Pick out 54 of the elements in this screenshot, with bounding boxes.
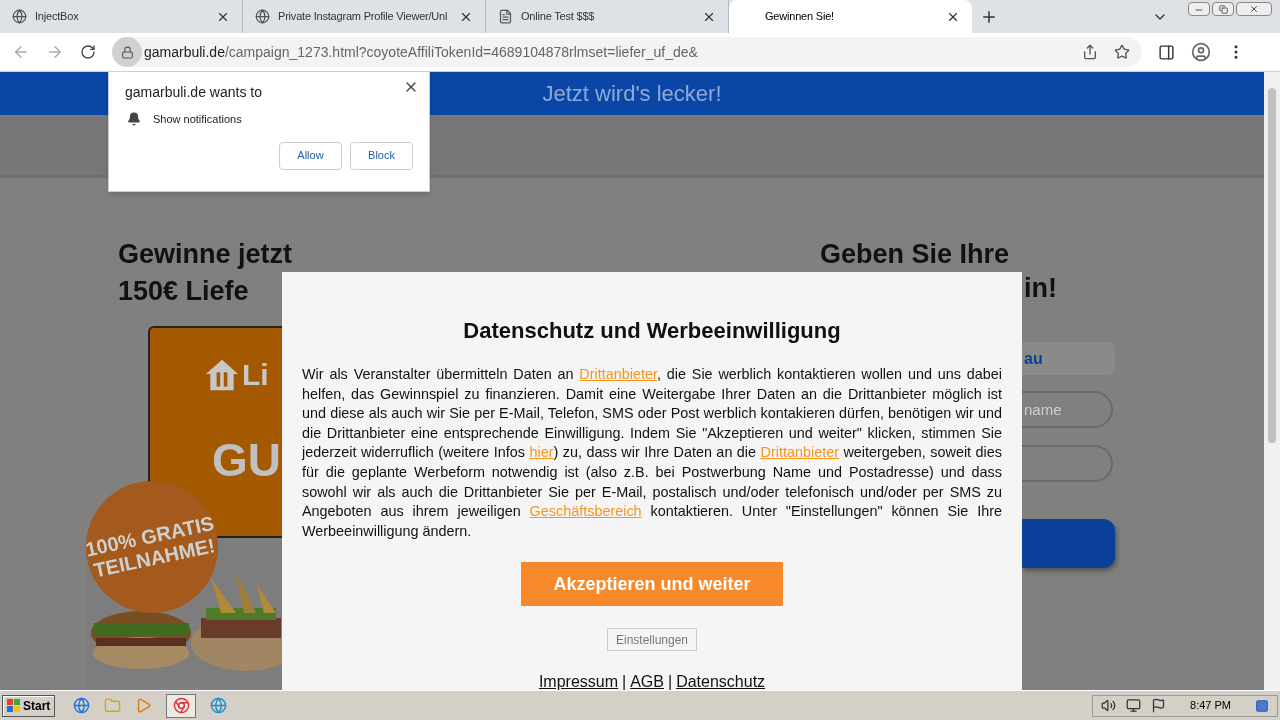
- globe-icon: [255, 9, 270, 24]
- url-text: gamarbuli.de/campaign_1273.html?coyoteAffiliTokenId=4689104878rlmset=liefer_uf_de&: [144, 42, 698, 62]
- banner-text: Jetzt wird's lecker!: [542, 80, 722, 108]
- side-panel-icon[interactable]: [1158, 43, 1175, 61]
- prompt-button[interactable]: Allow: [279, 141, 342, 170]
- permission-text: Show notifications: [153, 112, 242, 127]
- prompt-title: gamarbuli.de wants to: [125, 83, 262, 102]
- reload-icon[interactable]: [80, 44, 96, 60]
- settings-button[interactable]: Einstellungen: [606, 628, 698, 652]
- browser-icon[interactable]: [73, 697, 91, 714]
- flag-icon[interactable]: [1151, 698, 1167, 713]
- start-button[interactable]: Start: [2, 694, 56, 717]
- document-icon: [498, 9, 513, 24]
- desktop-icon[interactable]: [1255, 698, 1269, 713]
- minimize-button[interactable]: [1188, 2, 1210, 16]
- footer-link[interactable]: Impressum: [538, 670, 619, 690]
- tab-title: Online Test $$$: [521, 9, 596, 25]
- footer-link[interactable]: Datenschutz: [676, 670, 766, 690]
- footer-link[interactable]: AGB: [630, 670, 664, 690]
- form-heading: Geben Sie Ihre: [820, 238, 1010, 271]
- headline: 150€ Liefe: [118, 275, 249, 308]
- lock-icon: [120, 45, 134, 59]
- bell-icon: [127, 112, 141, 127]
- dialog-title: Datenschutz und Werbeeinwilligung: [463, 317, 841, 345]
- prompt-button[interactable]: Block: [350, 141, 413, 170]
- logo-text: Li: [242, 357, 269, 393]
- headline: Gewinne jetzt: [118, 238, 293, 271]
- address-field[interactable]: gamarbuli.de/campaign_1273.html?coyoteAffiliTokenId=4689104878rlmset=liefer_uf_de&: [112, 37, 1142, 67]
- voucher-text: GU: [212, 437, 281, 483]
- restore-button[interactable]: [1212, 2, 1234, 16]
- new-tab-icon[interactable]: [980, 8, 998, 26]
- windows-icon: [7, 698, 21, 713]
- consent-text: Wir als Veranstalter übermitteln Daten an Drittanbieter, die Sie werblich kontaktieren wollen und uns dabei helfen, das Gewinnspiel zu finanzieren. Damit eine Weitergabe Ihrer Daten an die Drittanbieter möglich ist und diese als auch wir Sie per E-Mail, Telefon, SMS oder Post werblich kontakieren dürfen, benötigen wir und die Drittanbieter eine entsprechende Einwilligung. Indem Sie "Akzeptieren und weiter" klicken, stimmen Sie jederzeit widerruflich (weitere Infos hier) zu, dass wir Ihre Daten an die Drittanbieter weitergeben, soweit dies für die geplante Werbeform notwendig ist (also z.B. bei Postwerbung Name und Postadresse) und dass sowohl wir als auch die Drittanbieter Sie per E-Mail, postalisch und/oder telefonisch und/oder per SMS zu Angeboten aus ihrem jeweiligen Geschäftsbereich kontaktieren. Unter "Einstellungen" können Sie Ihre Werbeeinwilligung ändern.: [302, 365, 1002, 541]
- clock: 8:47 PM: [1190, 698, 1231, 714]
- separator: |: [622, 672, 627, 690]
- tab-title: Gewinnen Sie!: [764, 9, 835, 25]
- tab-title: Private Instagram Profile Viewer/Unl: [278, 9, 449, 25]
- close-window-button[interactable]: [1236, 2, 1272, 16]
- star-icon[interactable]: [1114, 44, 1130, 60]
- browser-tab[interactable]: Gewinnen Sie!: [729, 0, 972, 33]
- network-icon[interactable]: [1126, 698, 1142, 713]
- name-field[interactable]: name: [1022, 391, 1113, 428]
- scrollbar[interactable]: [1264, 72, 1280, 690]
- chrome-taskbar-button[interactable]: [166, 693, 197, 718]
- globe-icon: [12, 9, 27, 24]
- share-icon[interactable]: [1082, 44, 1098, 60]
- close-icon: [1249, 4, 1259, 14]
- restore-icon: [1218, 4, 1228, 14]
- separator: |: [668, 672, 673, 690]
- volume-icon[interactable]: [1101, 698, 1117, 713]
- profile-icon[interactable]: [1191, 42, 1211, 62]
- form-heading: in!: [1024, 272, 1057, 305]
- house-icon: [204, 357, 240, 392]
- tab-title: InjectBox: [35, 9, 80, 25]
